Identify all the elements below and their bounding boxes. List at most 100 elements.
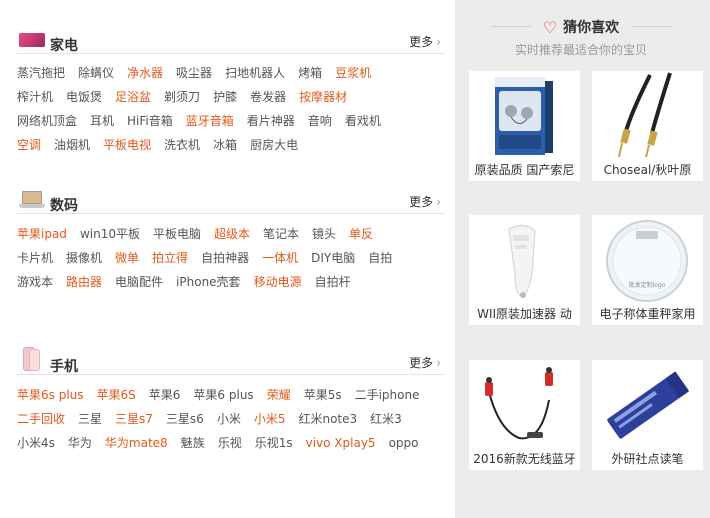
category-link[interactable]: 苹果6 [149,383,181,407]
more-link[interactable]: 更多 › [409,354,441,371]
category-link[interactable]: 红米3 [370,407,402,431]
category-link[interactable]: 路由器 [66,270,102,294]
category-link[interactable]: 三星s6 [166,407,204,431]
category-link[interactable]: 自拍杆 [315,270,351,294]
category-link[interactable]: 电脑配件 [115,270,163,294]
category-link[interactable]: 自拍 [368,246,392,270]
product-caption: 电子称体重秤家用 [599,307,696,321]
category-link[interactable]: 护膝 [213,85,237,109]
category-link[interactable]: 魅族 [181,431,205,455]
more-link[interactable]: 更多 › [409,33,441,50]
category-link[interactable]: 红米note3 [298,407,357,431]
category-link[interactable]: 冰箱 [213,133,237,157]
category-link[interactable]: 二手iphone [355,383,420,407]
category-link[interactable]: 按摩器材 [299,85,347,109]
category-link[interactable]: 超级本 [214,222,250,246]
category-link[interactable]: 小米4s [17,431,55,455]
category-link[interactable]: 苹果5s [304,383,342,407]
category-link[interactable]: 蒸汽拖把 [17,61,65,85]
category-link[interactable]: 移动电源 [254,270,302,294]
category-link[interactable]: 乐视 [218,431,242,455]
product-card[interactable]: Choseal/秋叶原 [592,71,703,181]
category-link[interactable]: 一体机 [262,246,298,270]
category-link[interactable]: oppo [389,431,419,455]
category-link[interactable]: 卷发器 [250,85,286,109]
category-link[interactable]: 苹果6 plus [193,383,253,407]
category-link[interactable]: 油烟机 [54,133,90,157]
earphone-box-icon [495,77,553,155]
category-link[interactable]: 平板电脑 [153,222,201,246]
category-link[interactable]: win10平板 [80,222,140,246]
category-link[interactable]: 荣耀 [267,383,291,407]
divider [631,26,671,27]
category-link[interactable]: 蓝牙音箱 [186,109,234,133]
category-link[interactable]: 看戏机 [345,109,381,133]
product-caption: 外研社点读笔 [611,452,684,466]
product-card[interactable]: 原装品质 国产索尼 [469,71,580,181]
category-link[interactable]: 三星 [78,407,102,431]
section-header: 手机 更多 › [17,347,445,375]
category-link[interactable]: 音响 [308,109,332,133]
category-link[interactable]: 乐视1s [255,431,293,455]
category-link[interactable]: 小米5 [254,407,286,431]
category-link[interactable]: DIY电脑 [311,246,355,270]
product-card[interactable]: 2016新款无线蓝牙 [469,360,580,470]
link-row: 苹果6s plus 苹果6S 苹果6 苹果6 plus 荣耀 苹果5s 二手iphone [17,383,445,407]
link-row: 榨汁机 电饭煲 足浴盆 剃须刀 护膝 卷发器 按摩器材 [17,85,445,109]
link-row: 网络机顶盒 耳机 HiFi音箱 蓝牙音箱 看片神器 音响 看戏机 [17,109,445,133]
product-card[interactable]: 批发定制logo 电子称体重秤家用 [592,215,703,325]
category-link[interactable]: 剃须刀 [164,85,200,109]
category-link[interactable]: 华为 [68,431,92,455]
bluetooth-earphone-icon [485,367,553,440]
category-link[interactable]: vivo Xplay5 [306,431,376,455]
section-title: 数码 [50,198,78,214]
category-link[interactable]: 厨房大电 [250,133,298,157]
reading-pen-icon [607,371,690,439]
category-link[interactable]: 小米 [217,407,241,431]
category-link[interactable]: 苹果ipad [17,222,67,246]
category-link[interactable]: 微单 [115,246,139,270]
link-row: 卡片机 摄像机 微单 拍立得 自拍神器 一体机 DIY电脑 自拍 [17,246,445,270]
link-row: 二手回收 三星 三星s7 三星s6 小米 小米5 红米note3 红米3 [17,407,445,431]
category-link[interactable]: 净水器 [127,61,163,85]
product-caption: 2016新款无线蓝牙 [473,452,576,466]
category-link[interactable]: 笔记本 [263,222,299,246]
product-card[interactable]: WII原装加速器 动 [469,215,580,325]
category-link[interactable]: 吸尘器 [176,61,212,85]
category-link[interactable]: 豆浆机 [335,61,371,85]
category-link[interactable]: 二手回收 [17,407,65,431]
category-link[interactable]: 游戏本 [17,270,53,294]
category-link[interactable]: 耳机 [90,109,114,133]
section-phones: 手机 更多 › 苹果6s plus 苹果6S 苹果6 苹果6 plus 荣耀 苹果5s 二手i… [17,347,445,455]
category-link[interactable]: 烤箱 [298,61,322,85]
category-link[interactable]: 拍立得 [152,246,188,270]
category-link[interactable]: 洗衣机 [164,133,200,157]
category-link[interactable]: 平板电视 [103,133,151,157]
category-link[interactable]: 单反 [349,222,373,246]
section-title: 家电 [50,38,78,54]
category-link[interactable]: 自拍神器 [201,246,249,270]
link-row: 蒸汽拖把 除螨仪 净水器 吸尘器 扫地机器人 烤箱 豆浆机 [17,61,445,85]
category-link[interactable]: iPhone壳套 [176,270,241,294]
more-link[interactable]: 更多 › [409,193,441,210]
category-link[interactable]: 空调 [17,133,41,157]
category-link[interactable]: 除螨仪 [78,61,114,85]
category-link[interactable]: 榨汁机 [17,85,53,109]
category-link[interactable]: 三星s7 [115,407,153,431]
category-link[interactable]: HiFi音箱 [127,109,173,133]
section-header: 数码 更多 › [17,190,445,214]
category-link[interactable]: 卡片机 [17,246,53,270]
section-header: 家电 更多 › [17,30,445,54]
category-link[interactable]: 华为mate8 [105,431,168,455]
product-card[interactable]: 外研社点读笔 [592,360,703,470]
category-link[interactable]: 苹果6S [97,383,136,407]
category-link[interactable]: 摄像机 [66,246,102,270]
category-link[interactable]: 足浴盆 [115,85,151,109]
category-link[interactable]: 电饭煲 [66,85,102,109]
category-link[interactable]: 看片神器 [247,109,295,133]
category-link[interactable]: 镜头 [312,222,336,246]
appliance-icon [19,33,45,47]
category-link[interactable]: 扫地机器人 [225,61,285,85]
category-link[interactable]: 网络机顶盒 [17,109,77,133]
category-link[interactable]: 苹果6s plus [17,383,84,407]
